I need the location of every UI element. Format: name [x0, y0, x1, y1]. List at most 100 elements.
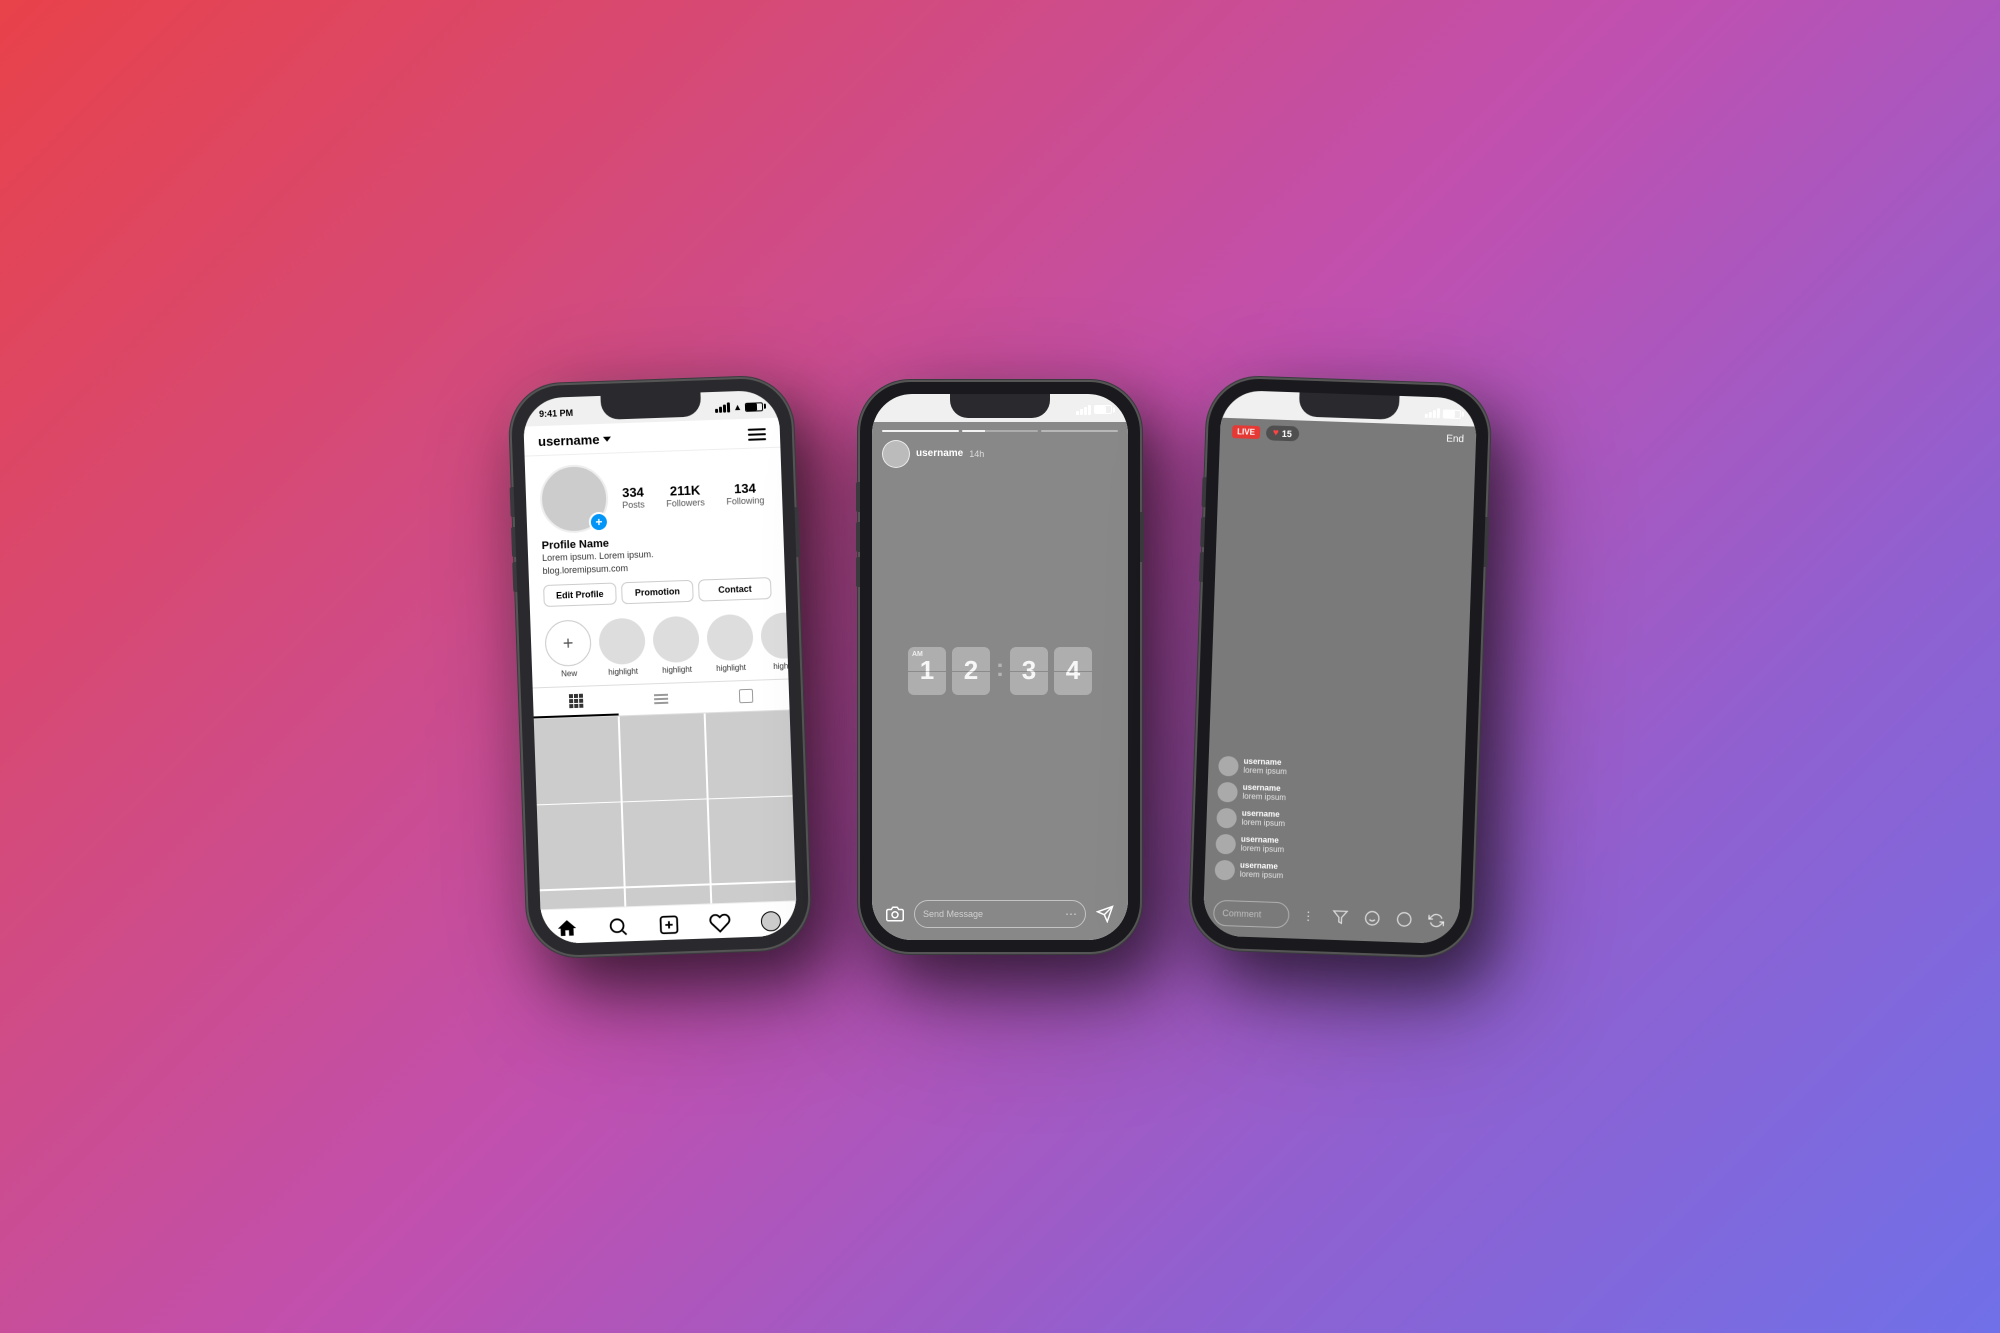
phones-container: 9:41 PM ▲: [520, 382, 1480, 952]
profile-nav-icon[interactable]: [760, 909, 783, 932]
post-4[interactable]: [537, 802, 624, 889]
post-6[interactable]: [708, 796, 795, 883]
comment-text-5: lorem ipsum: [1240, 869, 1284, 880]
post-3[interactable]: [705, 710, 792, 797]
post-2[interactable]: [620, 713, 707, 800]
phone-live-screen: LIVE ♥ 15 End username: [1203, 389, 1478, 944]
comment-text-4: lorem ipsum: [1240, 843, 1284, 854]
story-footer: Send Message ⋯: [872, 900, 1128, 928]
highlight-3[interactable]: highlight: [706, 613, 754, 673]
list-icon: [654, 693, 668, 703]
live-screen: LIVE ♥ 15 End username: [1203, 417, 1477, 944]
home-nav-icon[interactable]: [555, 917, 578, 940]
flip-camera-button[interactable]: [1423, 907, 1450, 934]
message-options-icon: ⋯: [1065, 907, 1077, 921]
new-circle: +: [544, 619, 592, 667]
following-label: Following: [726, 494, 764, 505]
effects-button[interactable]: [1391, 905, 1418, 932]
heart-nav-icon[interactable]: [709, 911, 732, 934]
phone-story-screen: username 14h AM 1 2 : 3 4: [872, 394, 1128, 940]
more-options-button[interactable]: ⋮: [1295, 902, 1322, 929]
end-button[interactable]: End: [1446, 433, 1464, 445]
posts-stat: 334 Posts: [621, 483, 644, 509]
comment-avatar-1: [1218, 755, 1239, 776]
flip-min-1: 3: [1010, 647, 1048, 695]
following-count: 134: [734, 480, 756, 496]
progress-3: [1041, 430, 1118, 432]
comment-text-wrap-5: username lorem ipsum: [1240, 860, 1284, 880]
live-left: LIVE ♥ 15: [1232, 424, 1299, 441]
profile-nav-username[interactable]: username: [538, 431, 612, 449]
hamburger-icon[interactable]: [748, 427, 766, 440]
tag-tab[interactable]: [703, 679, 789, 712]
comment-4: username lorem ipsum: [1215, 833, 1452, 861]
grid-tab[interactable]: [533, 685, 619, 718]
highlight-4[interactable]: highl...: [760, 612, 788, 672]
promotion-button[interactable]: Promotion: [621, 579, 694, 604]
status-icons-3: [1425, 407, 1461, 418]
comment-input[interactable]: Comment: [1213, 899, 1290, 928]
followers-stat[interactable]: 211K Followers: [666, 481, 705, 507]
list-tab[interactable]: [618, 682, 704, 715]
phone-live: LIVE ♥ 15 End username: [1190, 377, 1490, 956]
followers-count: 211K: [670, 481, 701, 497]
avatar-wrap[interactable]: +: [539, 463, 609, 533]
contact-button[interactable]: Contact: [698, 577, 771, 602]
story-screen: username 14h AM 1 2 : 3 4: [872, 422, 1128, 940]
three-dots-icon: ⋮: [1302, 908, 1314, 922]
add-post-nav-icon[interactable]: [658, 913, 681, 936]
edit-profile-button[interactable]: Edit Profile: [543, 582, 616, 607]
highlight-label-2: highlight: [662, 665, 692, 675]
highlight-circle-1: [598, 617, 646, 665]
phone-profile-screen: 9:41 PM ▲: [523, 389, 798, 944]
profile-screen: username +: [524, 417, 798, 944]
signal-bar-3: [723, 404, 726, 412]
signal-icon: [715, 402, 730, 413]
comment-text-wrap-2: username lorem ipsum: [1242, 782, 1286, 802]
viewer-count: 15: [1282, 428, 1292, 438]
highlight-2[interactable]: highlight: [652, 615, 700, 675]
add-story-button[interactable]: +: [589, 511, 610, 532]
highlights-row: + New highlight highlight highligh: [530, 606, 788, 687]
search-nav-icon[interactable]: [606, 915, 629, 938]
message-input[interactable]: Send Message ⋯: [914, 900, 1086, 928]
camera-button[interactable]: [882, 901, 908, 927]
following-stat[interactable]: 134 Following: [726, 479, 765, 505]
highlight-1[interactable]: highlight: [598, 617, 646, 677]
flip-hour-2: 2: [952, 647, 990, 695]
comment-placeholder: Comment: [1222, 908, 1261, 919]
emoji-button[interactable]: [1359, 904, 1386, 931]
signal-bar-2: [719, 406, 722, 412]
comment-avatar-5: [1214, 859, 1235, 880]
profile-header: + 334 Posts 211K Followers 134: [525, 447, 784, 540]
post-5[interactable]: [623, 799, 710, 886]
plus-icon: +: [563, 634, 574, 652]
filter-button[interactable]: [1327, 903, 1354, 930]
battery-icon-2: [1094, 405, 1112, 414]
send-button[interactable]: [1092, 901, 1118, 927]
comment-text-wrap-3: username lorem ipsum: [1241, 808, 1285, 828]
message-placeholder: Send Message: [923, 909, 983, 919]
flip-hour-1: AM 1: [908, 647, 946, 695]
new-story-button[interactable]: + New: [544, 619, 592, 679]
progress-2: [962, 430, 1039, 432]
story-avatar: [882, 440, 910, 468]
phone-story: username 14h AM 1 2 : 3 4: [860, 382, 1140, 952]
notch-2: [950, 394, 1050, 418]
battery-icon-3: [1443, 408, 1461, 418]
profile-stats: 334 Posts 211K Followers 134 Following: [618, 479, 769, 509]
comment-5: username lorem ipsum: [1214, 859, 1451, 887]
post-1[interactable]: [534, 716, 621, 803]
comment-text-2: lorem ipsum: [1242, 791, 1286, 802]
comment-avatar-2: [1217, 781, 1238, 802]
progress-1: [882, 430, 959, 432]
highlight-circle-4: [760, 612, 788, 660]
notch-3: [1299, 392, 1400, 419]
highlight-circle-2: [652, 615, 700, 663]
new-label: New: [561, 669, 577, 679]
account-circle: [761, 910, 782, 931]
notch-1: [601, 392, 702, 419]
comment-2: username lorem ipsum: [1217, 781, 1454, 809]
story-username: username: [916, 448, 963, 459]
tag-icon: [739, 688, 753, 702]
